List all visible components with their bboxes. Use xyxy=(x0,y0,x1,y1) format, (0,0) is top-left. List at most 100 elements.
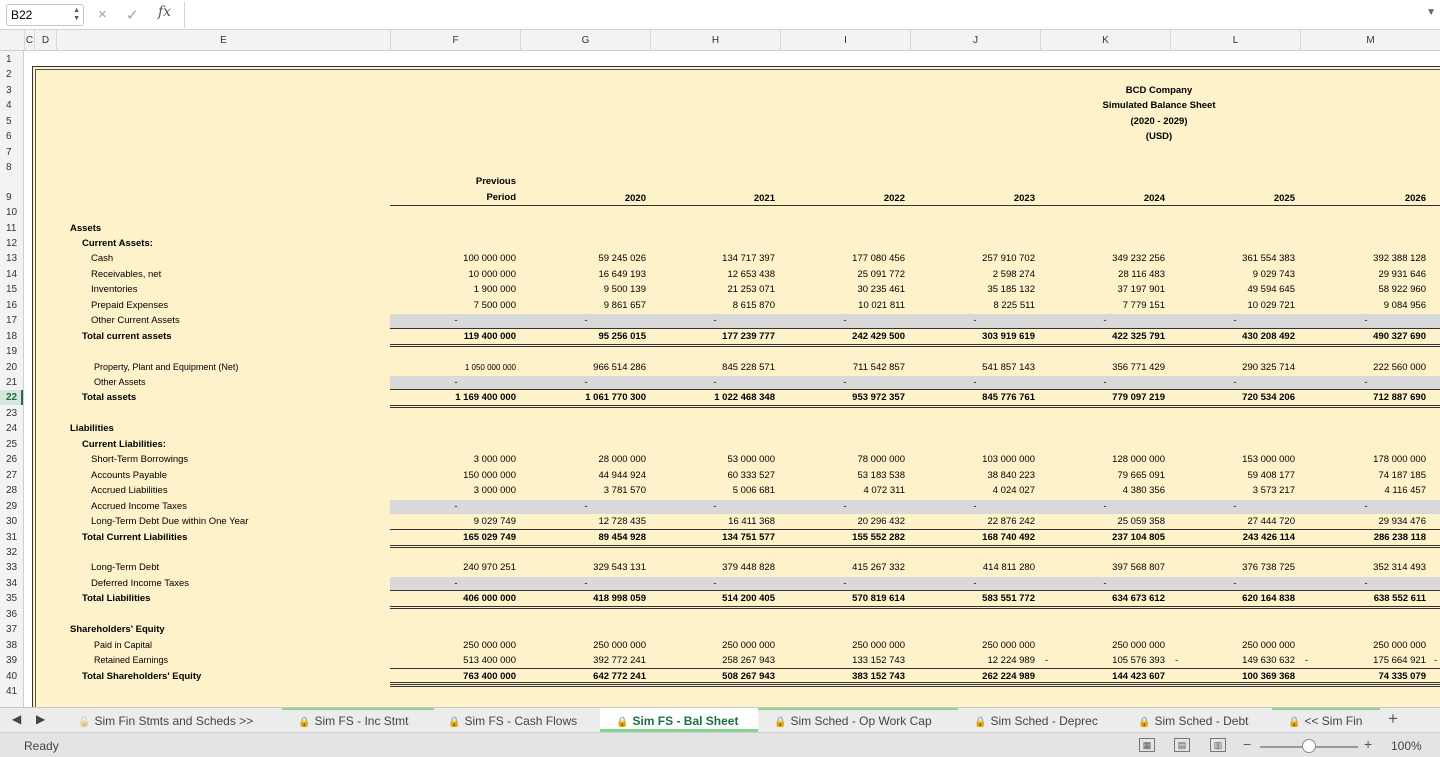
formula-input[interactable] xyxy=(184,2,1424,28)
row-header-18[interactable]: 18 xyxy=(0,329,23,344)
enter-icon[interactable]: ✓ xyxy=(126,6,139,24)
line-value: 29 931 646 xyxy=(1378,268,1426,280)
formula-bar: B22 ▲ ▼ × ✓ fx ▼ xyxy=(0,0,1440,30)
expand-formula-bar-icon[interactable]: ▼ xyxy=(1426,7,1436,18)
line-value: 74 187 185 xyxy=(1378,469,1426,481)
line-value: - xyxy=(843,315,847,327)
line-label: Cash xyxy=(91,253,114,265)
row-header-26[interactable]: 26 xyxy=(0,452,23,467)
sheet-grid[interactable]: BCD Company Simulated Balance Sheet (2020 … xyxy=(24,51,1440,707)
row-header-13[interactable]: 13 xyxy=(0,251,23,266)
year-header-2025: 2025 xyxy=(1273,192,1295,204)
column-header-h[interactable]: H xyxy=(650,30,780,51)
column-header-f[interactable]: F xyxy=(390,30,520,51)
line-value: 49 594 645 xyxy=(1247,284,1295,296)
normal-view-icon[interactable]: ▦ xyxy=(1139,738,1155,752)
row-header-15[interactable]: 15 xyxy=(0,282,23,297)
row-header-17[interactable]: 17 xyxy=(0,313,23,328)
line-value: 16 649 193 xyxy=(598,268,646,280)
row-header-27[interactable]: 27 xyxy=(0,468,23,483)
zoom-level[interactable]: 100% xyxy=(1391,739,1422,753)
cancel-icon[interactable]: × xyxy=(98,6,107,23)
sheet-tab-label: Sim FS - Cash Flows xyxy=(464,714,578,728)
line-value: - xyxy=(973,377,977,388)
line-value: 242 429 500 xyxy=(852,330,905,342)
row-header-5[interactable]: 5 xyxy=(0,114,23,129)
row-header-33[interactable]: 33 xyxy=(0,560,23,575)
zoom-out-icon[interactable]: − xyxy=(1243,736,1251,752)
sheet-tab[interactable]: 🔒 Sim FS - Bal Sheet xyxy=(600,708,758,732)
row-header-35[interactable]: 35 xyxy=(0,591,23,606)
name-box[interactable]: B22 ▲ ▼ xyxy=(6,4,84,26)
spreadsheet-window: B22 ▲ ▼ × ✓ fx ▼ CDEFGHIJKLM 1 2 3 4 5 6 7 8 9 10 1… xyxy=(0,0,1440,757)
sheet-tab[interactable]: 🔒 Sim Sched - Debt xyxy=(1122,708,1272,732)
row-header-32[interactable]: 32 xyxy=(0,545,23,560)
row-header-9[interactable]: 9 xyxy=(0,190,23,205)
page-layout-view-icon[interactable]: ▤ xyxy=(1174,738,1190,752)
line-value: 243 426 114 xyxy=(1242,531,1295,543)
row-header-34[interactable]: 34 xyxy=(0,576,23,591)
row-header-2[interactable]: 2 xyxy=(0,67,23,82)
sheet-tab[interactable]: 🔒 Sim Sched - Deprec xyxy=(958,708,1122,732)
row-header-29[interactable]: 29 xyxy=(0,499,23,514)
row-header-25[interactable]: 25 xyxy=(0,437,23,452)
row-header-4[interactable]: 4 xyxy=(0,98,23,113)
row-header-11[interactable]: 11 xyxy=(0,221,23,236)
line-value: 53 183 538 xyxy=(857,469,905,481)
column-header-l[interactable]: L xyxy=(1170,30,1300,51)
row-header-20[interactable]: 20 xyxy=(0,360,23,375)
sheet-tab[interactable]: 🔓 Sim Fin Stmts and Scheds >> xyxy=(62,708,280,732)
line-value: 9 084 956 xyxy=(1383,299,1426,311)
sheet-tab[interactable]: 🔒 Sim FS - Cash Flows xyxy=(432,708,600,732)
row-header-23[interactable]: 23 xyxy=(0,406,23,421)
zoom-slider-thumb[interactable] xyxy=(1302,739,1316,753)
zoom-in-icon[interactable]: + xyxy=(1364,736,1372,752)
line-value: - xyxy=(1103,577,1107,589)
row-header-16[interactable]: 16 xyxy=(0,298,23,313)
name-box-stepper-icon[interactable]: ▲ ▼ xyxy=(73,7,80,23)
row-header-28[interactable]: 28 xyxy=(0,483,23,498)
column-header-k[interactable]: K xyxy=(1040,30,1170,51)
row-header-10[interactable]: 10 xyxy=(0,205,23,220)
row-header-41[interactable]: 41 xyxy=(0,684,23,699)
scroll-tabs-right-icon[interactable]: ▶ xyxy=(36,712,45,726)
empty-line-band xyxy=(390,376,1440,390)
column-header-e[interactable]: E xyxy=(56,30,390,51)
row-header-6[interactable]: 6 xyxy=(0,129,23,144)
fx-icon[interactable]: fx xyxy=(158,4,171,20)
scroll-tabs-left-icon[interactable]: ◀ xyxy=(12,712,21,726)
line-value: 9 861 657 xyxy=(603,299,646,311)
row-header-36[interactable]: 36 xyxy=(0,607,23,622)
row-header-21[interactable]: 21 xyxy=(0,375,23,390)
column-header-m[interactable]: M xyxy=(1300,30,1440,51)
sheet-tab[interactable]: 🔒 << Sim Fin xyxy=(1272,708,1380,732)
row-header-12[interactable]: 12 xyxy=(0,236,23,251)
row-header-1[interactable]: 1 xyxy=(0,52,23,67)
column-header-g[interactable]: G xyxy=(520,30,650,51)
row-header-24[interactable]: 24 xyxy=(0,421,23,436)
row-header-3[interactable]: 3 xyxy=(0,83,23,98)
column-header-j[interactable]: J xyxy=(910,30,1040,51)
row-header-31[interactable]: 31 xyxy=(0,530,23,545)
column-header-d[interactable]: D xyxy=(34,30,56,51)
row-header-7[interactable]: 7 xyxy=(0,145,23,160)
column-header-c[interactable]: C xyxy=(24,30,34,51)
year-header-2024: 2024 xyxy=(1143,192,1165,204)
line-value: - xyxy=(584,500,588,512)
sheet-tab[interactable]: 🔒 Sim FS - Inc Stmt xyxy=(282,708,434,732)
row-header-14[interactable]: 14 xyxy=(0,267,23,282)
row-header-22[interactable]: 22 xyxy=(0,390,23,406)
line-label: Paid in Capital xyxy=(94,639,153,650)
row-header-38[interactable]: 38 xyxy=(0,638,23,653)
column-header-i[interactable]: I xyxy=(780,30,910,51)
row-header-19[interactable]: 19 xyxy=(0,344,23,359)
row-header-8[interactable]: 8 xyxy=(0,160,23,175)
row-header-39[interactable]: 39 xyxy=(0,653,23,668)
row-header-37[interactable]: 37 xyxy=(0,622,23,637)
page-break-view-icon[interactable]: ▥ xyxy=(1210,738,1226,752)
add-sheet-icon[interactable]: + xyxy=(1388,709,1398,729)
row-header-30[interactable]: 30 xyxy=(0,514,23,529)
line-value: - xyxy=(1233,377,1237,388)
sheet-tab[interactable]: 🔒 Sim Sched - Op Work Cap xyxy=(758,708,958,732)
row-header-40[interactable]: 40 xyxy=(0,669,23,684)
